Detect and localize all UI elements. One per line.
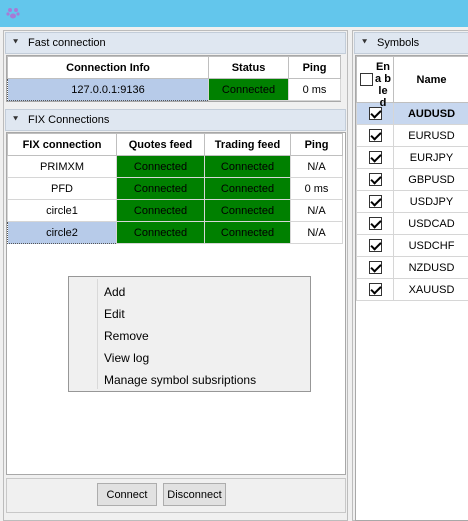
menu-item-add[interactable]: Add: [104, 281, 125, 303]
paw-icon: [6, 8, 20, 19]
column-header[interactable]: Status: [208, 56, 289, 79]
section-title: Fast connection: [28, 37, 106, 49]
table-row[interactable]: circle2 Connected Connected N/A: [7, 221, 343, 244]
enabled-cell[interactable]: [356, 212, 394, 235]
double-chevron-down-icon: ⯆: [12, 38, 20, 48]
connection-info-cell[interactable]: 127.0.0.1:9136: [7, 78, 209, 101]
checkbox[interactable]: [368, 261, 382, 274]
menu-item-edit[interactable]: Edit: [104, 303, 125, 325]
checkbox[interactable]: [368, 151, 382, 164]
fix-name-cell[interactable]: circle1: [7, 199, 117, 222]
fix-name-cell[interactable]: PFD: [7, 177, 117, 200]
table-row[interactable]: PFD Connected Connected 0 ms: [7, 177, 343, 200]
trading-feed-cell[interactable]: Connected: [204, 155, 291, 178]
section-title: FIX Connections: [28, 114, 110, 126]
checkbox[interactable]: [368, 217, 382, 230]
checkbox[interactable]: [368, 283, 382, 296]
enabled-cell[interactable]: [356, 278, 394, 301]
table-header-row: Ena ble d Name: [356, 56, 468, 109]
menu-item-view-log[interactable]: View log: [104, 347, 149, 369]
enabled-cell[interactable]: [356, 146, 394, 169]
ping-cell[interactable]: 0 ms: [288, 78, 341, 101]
quotes-feed-cell[interactable]: Connected: [116, 221, 205, 244]
disconnect-button[interactable]: Disconnect: [163, 483, 226, 506]
ping-cell[interactable]: 0 ms: [290, 177, 343, 200]
enabled-cell[interactable]: [356, 190, 394, 213]
symbol-name-cell[interactable]: AUDUSD: [393, 102, 468, 125]
ping-cell[interactable]: N/A: [290, 155, 343, 178]
symbols-grid[interactable]: Ena ble d Name AUDUSD EURUSD EURJPY GBPU…: [355, 55, 468, 521]
quotes-feed-cell[interactable]: Connected: [116, 155, 205, 178]
table-row[interactable]: USDCAD: [356, 212, 468, 235]
table-row[interactable]: PRIMXM Connected Connected N/A: [7, 155, 343, 178]
column-header[interactable]: Name: [393, 56, 468, 103]
context-menu: Add Edit Remove View log Manage symbol s…: [68, 276, 311, 392]
column-header-label: Ena ble d: [375, 61, 391, 109]
trading-feed-cell[interactable]: Connected: [204, 199, 291, 222]
symbols-header[interactable]: ⯆ Symbols: [354, 32, 468, 54]
checkbox[interactable]: [368, 107, 382, 120]
menu-item-manage-symbol-subscriptions[interactable]: Manage symbol subsriptions: [104, 369, 256, 391]
checkbox[interactable]: [368, 239, 382, 252]
symbol-name-cell[interactable]: USDCAD: [393, 212, 468, 235]
window-titlebar[interactable]: [0, 0, 468, 27]
table-row[interactable]: USDCHF: [356, 234, 468, 257]
fast-connection-grid: Connection Info Status Ping 127.0.0.1:91…: [6, 55, 341, 102]
table-header-row: FIX connection Quotes feed Trading feed …: [7, 133, 343, 156]
symbol-name-cell[interactable]: USDJPY: [393, 190, 468, 213]
table-row[interactable]: XAUUSD: [356, 278, 468, 301]
symbol-name-cell[interactable]: USDCHF: [393, 234, 468, 257]
trading-feed-cell[interactable]: Connected: [204, 177, 291, 200]
trading-feed-cell[interactable]: Connected: [204, 221, 291, 244]
enabled-cell[interactable]: [356, 124, 394, 147]
checkbox[interactable]: [368, 195, 382, 208]
status-cell[interactable]: Connected: [208, 78, 289, 101]
table-row[interactable]: GBPUSD: [356, 168, 468, 191]
menu-item-remove[interactable]: Remove: [104, 325, 149, 347]
column-header[interactable]: Connection Info: [7, 56, 209, 79]
table-row[interactable]: USDJPY: [356, 190, 468, 213]
symbol-name-cell[interactable]: GBPUSD: [393, 168, 468, 191]
column-header[interactable]: FIX connection: [7, 133, 117, 156]
column-header[interactable]: Quotes feed: [116, 133, 205, 156]
quotes-feed-cell[interactable]: Connected: [116, 199, 205, 222]
checkbox[interactable]: [368, 129, 382, 142]
fix-name-cell[interactable]: PRIMXM: [7, 155, 117, 178]
enabled-cell[interactable]: [356, 234, 394, 257]
ping-cell[interactable]: N/A: [290, 221, 343, 244]
section-title: Symbols: [377, 37, 420, 49]
symbol-name-cell[interactable]: EURUSD: [393, 124, 468, 147]
symbol-name-cell[interactable]: XAUUSD: [393, 278, 468, 301]
fast-connection-header[interactable]: ⯆ Fast connection: [5, 32, 346, 54]
table-row[interactable]: 127.0.0.1:9136 Connected 0 ms: [7, 78, 341, 101]
enabled-cell[interactable]: [356, 256, 394, 279]
connect-button[interactable]: Connect: [97, 483, 157, 506]
fix-connections-header[interactable]: ⯆ FIX Connections: [5, 109, 346, 131]
menu-gutter: [97, 279, 98, 389]
symbol-name-cell[interactable]: EURJPY: [393, 146, 468, 169]
checkbox[interactable]: [368, 173, 382, 186]
quotes-feed-cell[interactable]: Connected: [116, 177, 205, 200]
enabled-column-header[interactable]: Ena ble d: [356, 56, 394, 109]
double-chevron-down-icon: ⯆: [361, 38, 369, 48]
select-all-checkbox[interactable]: [360, 73, 373, 86]
ping-cell[interactable]: N/A: [290, 199, 343, 222]
table-row[interactable]: EURJPY: [356, 146, 468, 169]
fix-name-cell[interactable]: circle2: [7, 221, 117, 244]
double-chevron-down-icon: ⯆: [12, 115, 20, 125]
column-header[interactable]: Trading feed: [204, 133, 291, 156]
enabled-cell[interactable]: [356, 168, 394, 191]
column-header[interactable]: Ping: [290, 133, 343, 156]
table-row[interactable]: circle1 Connected Connected N/A: [7, 199, 343, 222]
table-row[interactable]: NZDUSD: [356, 256, 468, 279]
symbol-name-cell[interactable]: NZDUSD: [393, 256, 468, 279]
column-header[interactable]: Ping: [288, 56, 341, 79]
table-header-row: Connection Info Status Ping: [7, 56, 341, 79]
table-row[interactable]: EURUSD: [356, 124, 468, 147]
